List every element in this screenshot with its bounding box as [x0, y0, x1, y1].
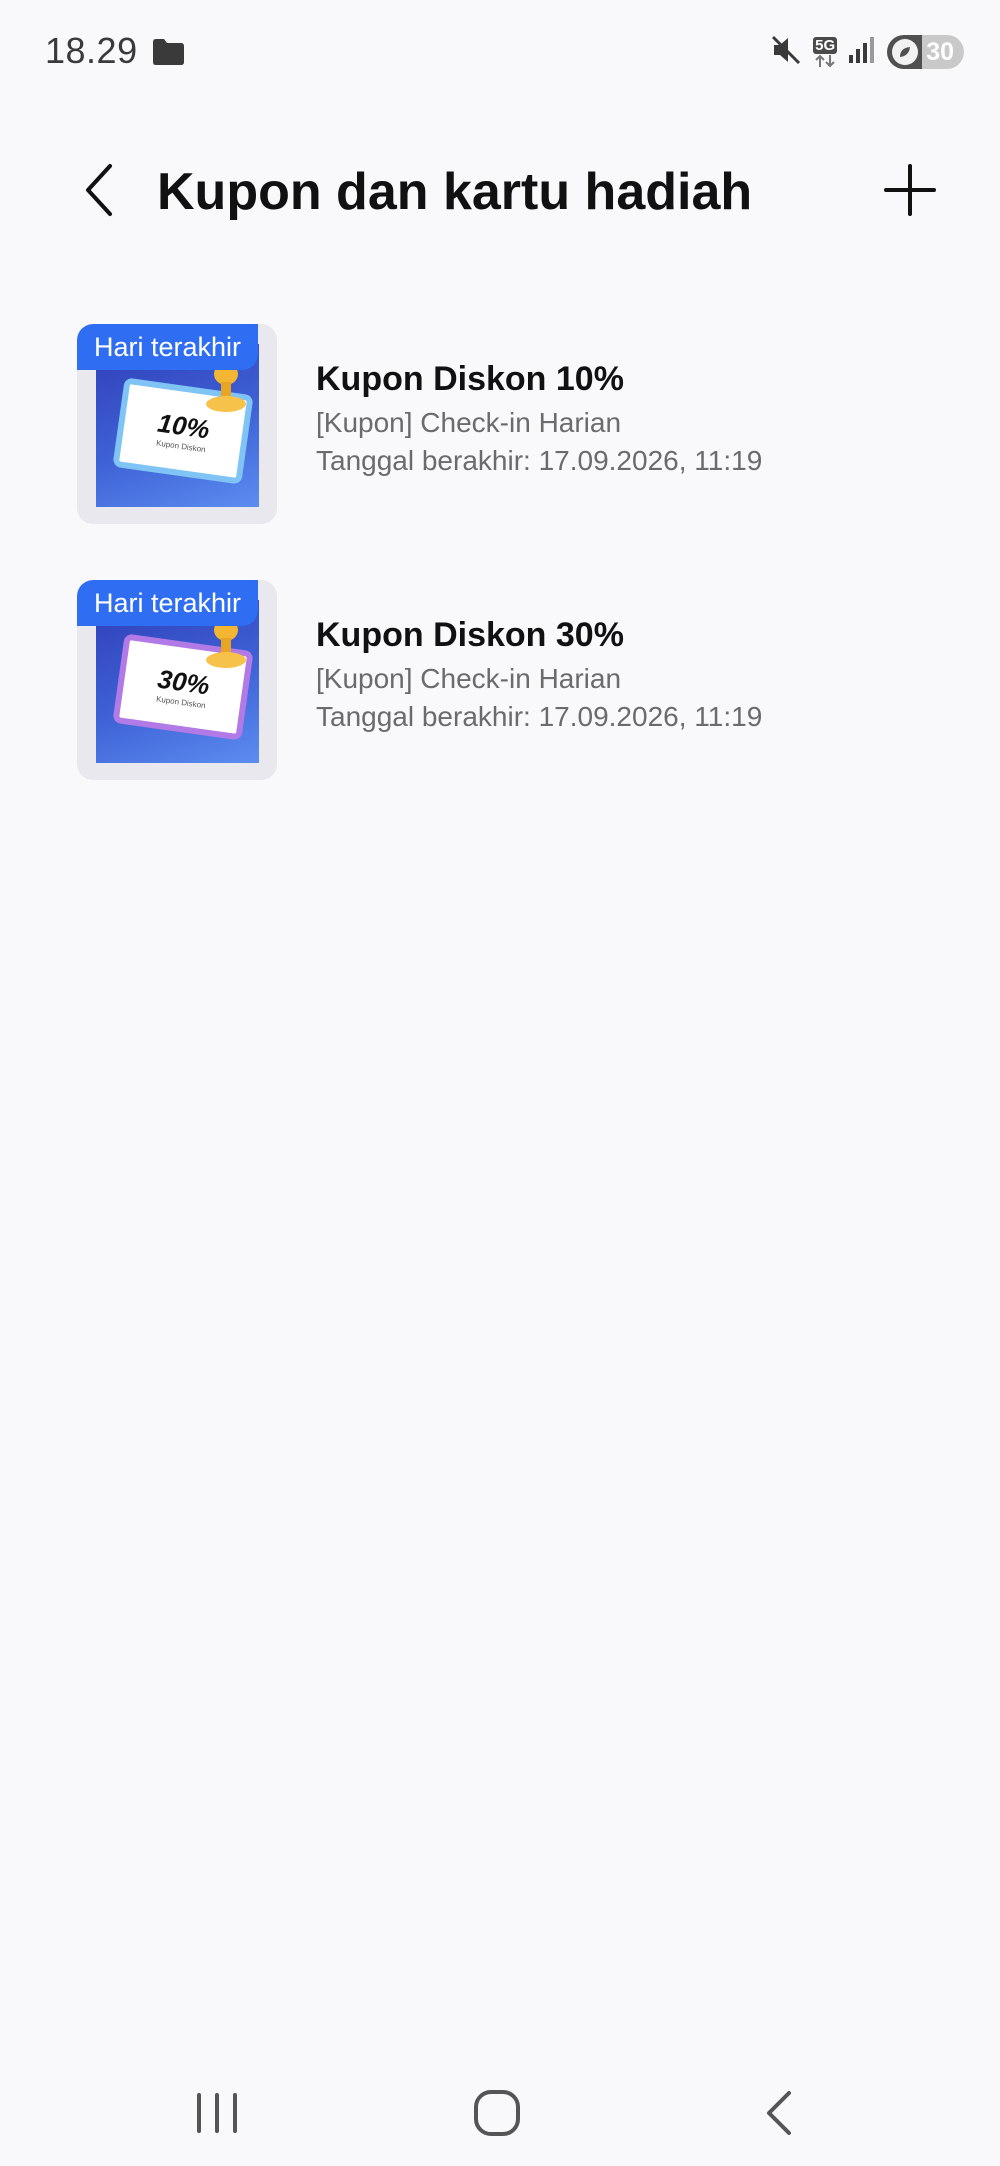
add-coupon-button[interactable] [880, 162, 940, 222]
coupon-source: [Kupon] Check-in Harian [316, 663, 622, 694]
coupon-expiry: Tanggal berakhir: 17.09.2026, 11:19 [316, 701, 763, 732]
back-arrow-icon [80, 162, 120, 223]
5g-icon: 5G [813, 36, 838, 68]
home-button[interactable] [462, 2080, 532, 2150]
coupon-thumbnail: 10% Kupon Diskon Hari terakhir [77, 324, 277, 524]
signal-icon [847, 35, 877, 70]
coupon-details: Kupon Diskon 10% [Kupon] Check-in Harian… [316, 360, 762, 477]
coupon-name: Kupon Diskon 30% [316, 616, 624, 654]
coupon-details: Kupon Diskon 30% [Kupon] Check-in Harian… [316, 616, 762, 733]
coupon-item[interactable]: 30% Kupon Diskon Hari terakhir Kupon Dis… [0, 576, 1000, 832]
home-icon [473, 2089, 521, 2142]
coupon-source: [Kupon] Check-in Harian [316, 407, 622, 438]
back-button[interactable] [70, 162, 130, 222]
recents-button[interactable] [182, 2080, 252, 2150]
folder-icon [152, 38, 185, 66]
coupon-expiry: Tanggal berakhir: 17.09.2026, 11:19 [316, 445, 763, 476]
battery-icon: 30 [887, 35, 964, 69]
app-header: Kupon dan kartu hadiah [0, 140, 1000, 250]
mute-icon [769, 33, 803, 72]
coupon-list: 10% Kupon Diskon Hari terakhir Kupon Dis… [0, 320, 1000, 832]
page-title: Kupon dan kartu hadiah [157, 163, 753, 221]
status-time: 18.29 [45, 30, 138, 71]
coupon-name: Kupon Diskon 10% [316, 360, 624, 398]
plus-icon [884, 163, 936, 221]
coupon-thumbnail: 30% Kupon Diskon Hari terakhir [77, 580, 277, 780]
system-nav-bar [0, 2060, 1000, 2160]
coupon-item[interactable]: 10% Kupon Diskon Hari terakhir Kupon Dis… [0, 320, 1000, 576]
last-day-badge: Hari terakhir [77, 324, 258, 370]
last-day-badge: Hari terakhir [77, 580, 258, 626]
status-bar: 18.29 5G 30 [0, 0, 1000, 105]
recents-icon [194, 2091, 240, 2140]
back-icon [762, 2089, 796, 2142]
status-icons: 5G 30 [769, 32, 964, 72]
nav-back-button[interactable] [744, 2080, 814, 2150]
